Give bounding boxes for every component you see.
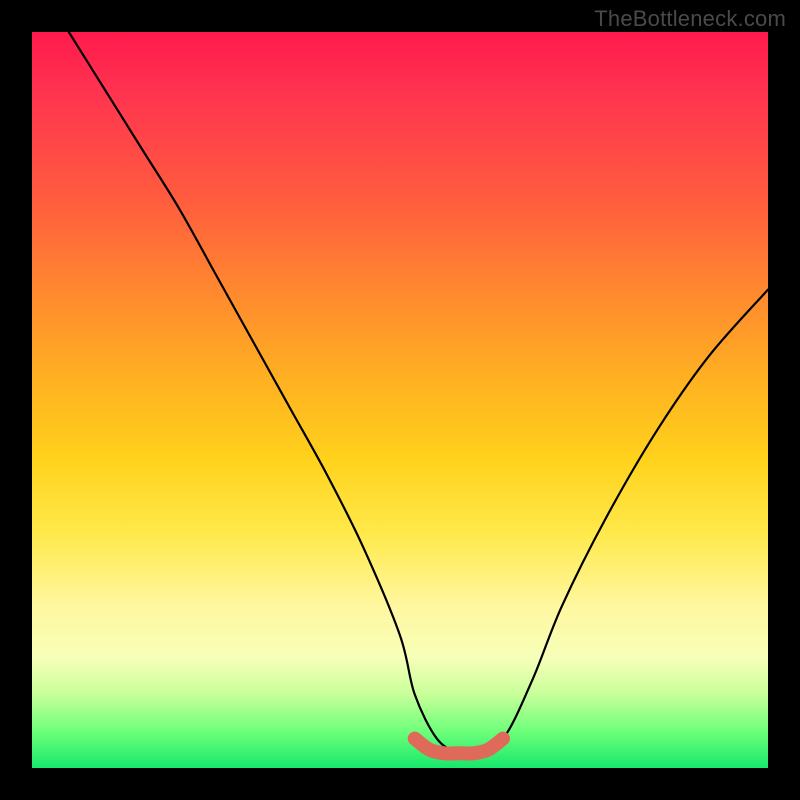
- red-band: [415, 739, 503, 754]
- black-curve: [69, 32, 768, 755]
- watermark-text: TheBottleneck.com: [594, 6, 786, 32]
- curve-layer: [32, 32, 768, 768]
- chart-frame: TheBottleneck.com: [0, 0, 800, 800]
- plot-area: [32, 32, 768, 768]
